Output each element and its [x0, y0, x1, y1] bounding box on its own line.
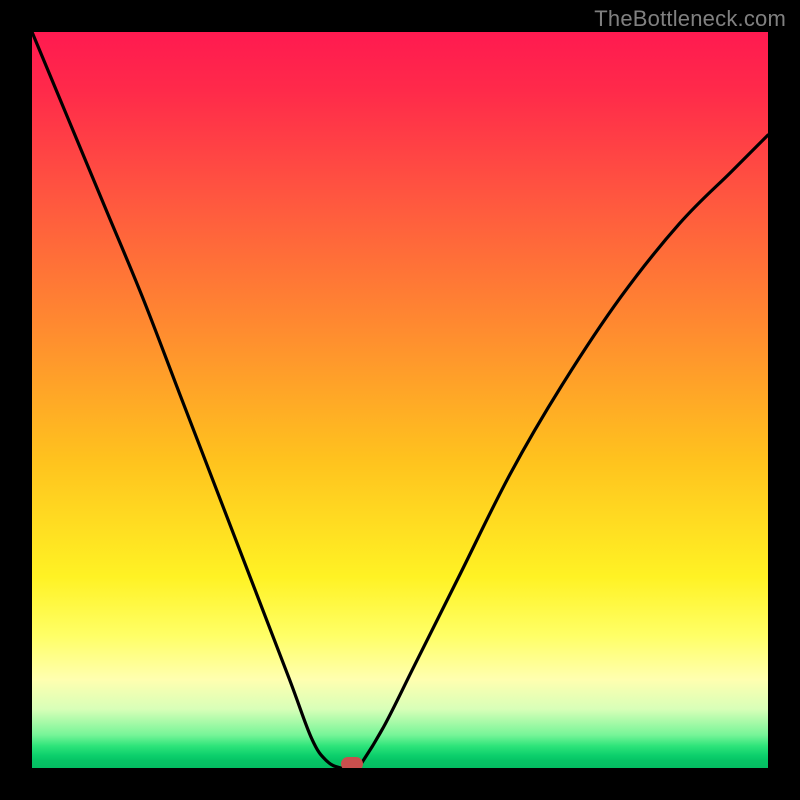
- watermark-text: TheBottleneck.com: [594, 6, 786, 32]
- optimum-marker: [341, 757, 363, 768]
- curve-path: [32, 32, 768, 768]
- bottleneck-curve: [32, 32, 768, 768]
- plot-area: [32, 32, 768, 768]
- chart-frame: TheBottleneck.com: [0, 0, 800, 800]
